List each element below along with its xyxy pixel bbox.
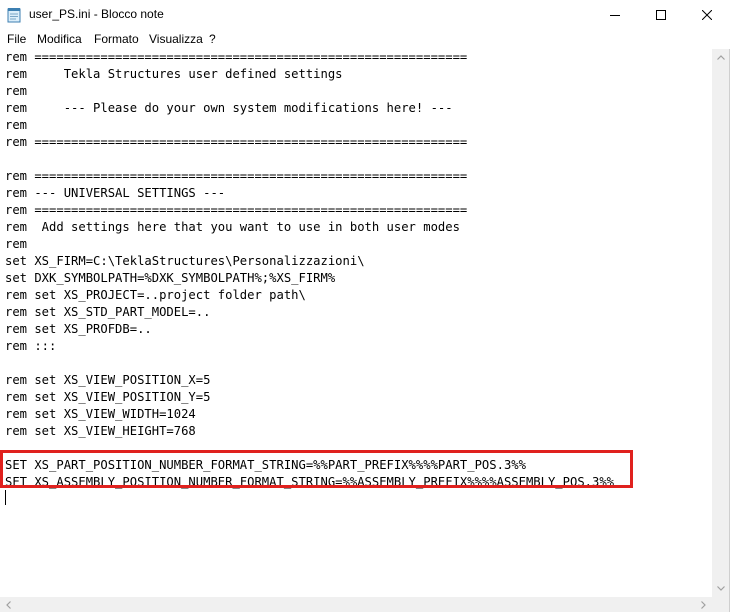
notepad-window: user_PS.ini - Blocco note File Modifica …	[0, 0, 730, 612]
editor-line: rem set XS_PROFDB=..	[5, 322, 152, 336]
editor-line: rem Add settings here that you want to u…	[5, 220, 460, 234]
editor-line: rem :::	[5, 339, 57, 353]
editor-line: rem set XS_VIEW_POSITION_Y=5	[5, 390, 211, 404]
scroll-left-icon[interactable]	[0, 597, 17, 612]
editor-line: rem set XS_VIEW_POSITION_X=5	[5, 373, 211, 387]
editor-line: rem Tekla Structures user defined settin…	[5, 67, 343, 81]
editor-line: rem set XS_VIEW_HEIGHT=768	[5, 424, 196, 438]
highlight-box	[0, 450, 633, 488]
scroll-right-icon[interactable]	[695, 597, 712, 612]
scroll-down-icon[interactable]	[712, 580, 729, 597]
maximize-icon	[656, 10, 666, 20]
scroll-up-icon[interactable]	[712, 49, 729, 66]
editor-line: rem --- UNIVERSAL SETTINGS ---	[5, 186, 226, 200]
editor-line: rem set XS_PROJECT=..project folder path…	[5, 288, 306, 302]
editor-line: rem	[5, 237, 28, 251]
close-button[interactable]	[684, 0, 730, 30]
menu-file[interactable]: File	[7, 32, 26, 46]
menu-formato[interactable]: Formato	[94, 32, 139, 46]
vertical-scrollbar[interactable]	[712, 49, 729, 597]
horizontal-scrollbar[interactable]	[0, 597, 712, 612]
editor-line: rem set XS_VIEW_WIDTH=1024	[5, 407, 196, 421]
editor-line: rem ====================================…	[5, 50, 468, 64]
editor-line: set XS_FIRM=C:\TeklaStructures\Personali…	[5, 254, 365, 268]
window-title: user_PS.ini - Blocco note	[29, 7, 164, 21]
maximize-button[interactable]	[638, 0, 684, 30]
editor-line: rem ====================================…	[5, 169, 468, 183]
text-editor[interactable]: rem ====================================…	[0, 49, 712, 597]
minimize-icon	[610, 10, 620, 20]
notepad-icon	[7, 7, 21, 23]
editor-line: rem --- Please do your own system modifi…	[5, 101, 453, 115]
editor-line: rem	[5, 84, 28, 98]
close-icon	[702, 10, 712, 20]
editor-line: rem set XS_STD_PART_MODEL=..	[5, 305, 211, 319]
editor-line: rem	[5, 118, 28, 132]
scrollbar-corner	[712, 597, 729, 612]
menu-visualizza[interactable]: Visualizza	[149, 32, 203, 46]
editor-line: rem ====================================…	[5, 203, 468, 217]
editor-line: set DXK_SYMBOLPATH=%DXK_SYMBOLPATH%;%XS_…	[5, 271, 336, 285]
menu-modifica[interactable]: Modifica	[37, 32, 82, 46]
title-bar[interactable]: user_PS.ini - Blocco note	[0, 0, 730, 30]
editor-line: rem ====================================…	[5, 135, 468, 149]
editor-content: rem ====================================…	[5, 49, 614, 491]
menu-help[interactable]: ?	[209, 32, 216, 46]
minimize-button[interactable]	[592, 0, 638, 30]
text-caret	[5, 490, 6, 505]
menu-bar: File Modifica Formato Visualizza ?	[0, 30, 730, 49]
